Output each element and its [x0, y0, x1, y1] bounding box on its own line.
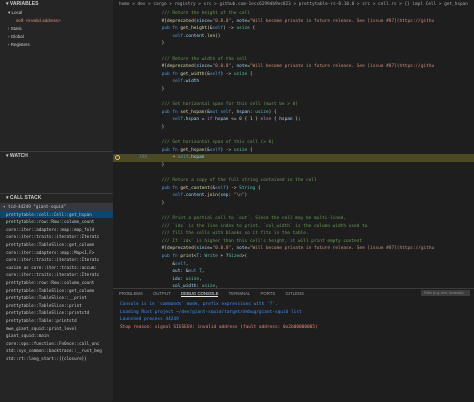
tab-terminal[interactable]: TERMINAL: [229, 291, 251, 296]
code-line: pub fn set_hspan(&mut self, hspan: usize…: [161, 109, 277, 115]
variables-local-scope[interactable]: ▾ Local: [0, 9, 113, 17]
stack-frame[interactable]: prettytable::row::Row::column_count: [0, 218, 113, 226]
panel-tabs: PROBLEMS OUTPUT DEBUG CONSOLE TERMINAL P…: [113, 289, 474, 298]
stack-frame[interactable]: std::rt::lang_start::{{closure}}: [0, 355, 113, 363]
local-label: Local: [11, 10, 23, 15]
console-error-line: Stop reason: signal SIGSEGV: invalid add…: [120, 324, 318, 330]
code-line: /// Print a partial cell to `out`. Since…: [151, 216, 347, 222]
stack-frame[interactable]: prettytable::TableSlice::printstd: [0, 309, 113, 317]
code-line: }: [151, 41, 165, 47]
code-line: /// Set horizontal span for this cell (m…: [151, 102, 298, 108]
tab-debug-console[interactable]: DEBUG CONSOLE: [180, 291, 219, 297]
bottom-panel: PROBLEMS OUTPUT DEBUG CONSOLE TERMINAL P…: [113, 288, 474, 402]
global-label: Global: [10, 34, 24, 39]
debug-sidebar: ▾ VARIABLES ▾ Local self: <invalid addre…: [0, 0, 114, 401]
static-label: Static: [10, 26, 23, 31]
code-line: pub fn get_width(&self) -> usize {: [161, 71, 253, 77]
registers-label: Registers: [10, 42, 30, 47]
current-line-number: 198: [138, 155, 147, 161]
stack-frame[interactable]: core::iter::adapters::map::Map<I,F>: [0, 249, 113, 257]
stack-frame[interactable]: prettytable::TableSlice::print: [0, 302, 113, 310]
stack-frame[interactable]: <usize as core::iter::traits::accum:: [0, 264, 113, 272]
stack-frame[interactable]: core::iter::adapters::map::map_fold: [0, 226, 113, 234]
stack-frame[interactable]: mwe_giant_squid::print_level: [0, 325, 113, 333]
code-line: self.content.join(sep: "\n"): [172, 193, 248, 199]
stack-frame[interactable]: prettytable::TableSlice::get_column: [0, 287, 113, 295]
watch-title: WATCH: [9, 153, 28, 159]
code-line: /// fill the cells with blanks so it fit…: [151, 231, 309, 237]
code-line: self.content.len(): [172, 33, 221, 39]
code-line: &self,: [151, 261, 189, 267]
code-line: pub fn get_content(&self) -> String {: [161, 185, 261, 191]
variables-registers-scope[interactable]: › Registers: [0, 41, 113, 49]
watch-empty-area: [0, 161, 113, 193]
variables-title: VARIABLES: [9, 1, 39, 7]
code-line: /// Return the width of the cell: [151, 56, 248, 62]
code-line: pub fn print<T: Write + ?Sized>(: [161, 254, 248, 259]
code-line: idx: usize,: [172, 276, 202, 282]
code-line: #[deprecated(since="0.8.0", note="Will b…: [151, 18, 435, 24]
self-label: self:: [16, 18, 25, 23]
variables-empty-area: [0, 49, 113, 151]
stack-frame[interactable]: prettytable::row::Row::column_count: [0, 279, 113, 287]
code-line: pub fn get_height(&self) -> usize {: [161, 26, 256, 32]
code-line: pub fn get_hspan(&self) -> usize {: [161, 147, 253, 153]
stack-frame[interactable]: core::iter::traits::iterator::Iteratc: [0, 271, 113, 279]
code-line: }: [151, 124, 165, 130]
stack-frame[interactable]: prettytable::cell::Cell::get_hspan: [0, 210, 113, 219]
breadcrumb[interactable]: home > dev > cargo > registry > src > gi…: [113, 0, 474, 10]
console-line: Loading Rust project ~/dev/giant-squid/t…: [120, 309, 302, 315]
tab-gitlens[interactable]: GITLENS: [285, 291, 303, 296]
variables-static-scope[interactable]: › Static: [0, 25, 113, 33]
code-line: }: [151, 200, 165, 206]
call-stack-title: CALL STACK: [9, 195, 42, 201]
code-line: #[deprecated(since="0.8.0", note="Will b…: [151, 64, 435, 70]
stack-frame[interactable]: core::ops::function::FnOnce::call_onc: [0, 340, 113, 348]
code-line: }: [151, 86, 165, 92]
call-stack-section-header[interactable]: ▾ CALL STACK: [0, 193, 113, 203]
watch-section-header[interactable]: ▾ WATCH: [0, 151, 113, 161]
console-filter-input[interactable]: Filter (e.g. text, !exclude): [421, 290, 470, 296]
tab-output[interactable]: OUTPUT: [153, 291, 171, 296]
line-gutter: 198: [113, 154, 151, 162]
current-execution-line: 198 ➜ self.hspan: [113, 154, 474, 162]
variable-self[interactable]: self: <invalid address>: [0, 17, 113, 25]
self-value: <invalid address>: [25, 18, 61, 23]
stack-frame[interactable]: core::iter::traits::iterator::Iteratc: [0, 233, 113, 241]
stack-frame[interactable]: std::sys_common::backtrace::__rust_beg: [0, 347, 113, 355]
variables-section-header[interactable]: ▾ VARIABLES: [0, 0, 113, 9]
stack-frame[interactable]: prettytable::Table::printstd: [0, 317, 113, 325]
code-line: /// If `idx` is higher than this cell's …: [151, 238, 363, 244]
code-line: /// Get horizontal span of this cell (> …: [151, 140, 274, 146]
stack-frame[interactable]: prettytable::TableSlice::get_column: [0, 241, 113, 249]
code-line: #[deprecated(since="0.8.0", note="Will b…: [151, 246, 435, 252]
thread-label: tid-44249 "giant-squid": [8, 204, 67, 209]
code-editor[interactable]: home > dev > cargo > registry > src > gi…: [113, 0, 474, 288]
stack-frame[interactable]: core::iter::traits::iterator::Iteratc: [0, 256, 113, 264]
tab-ports[interactable]: PORTS: [261, 291, 276, 296]
variables-global-scope[interactable]: › Global: [0, 33, 113, 41]
breakpoint-icon[interactable]: [115, 155, 120, 161]
code-line: /// `idx` is the line index to print. `c…: [151, 223, 368, 229]
console-line: Launched process 44249: [120, 317, 179, 323]
call-stack-thread[interactable]: ▾ tid-44249 "giant-squid": [0, 203, 113, 211]
code-line: /// Return a copy of the full string con…: [151, 178, 317, 184]
stack-frame[interactable]: giant_squid::main: [0, 332, 113, 340]
code-line: }: [151, 162, 165, 168]
console-line: Console is in 'commands' mode, prefix ex…: [120, 302, 278, 307]
code-line: self.hspan = if hspan <= 0 { 1 } else { …: [172, 117, 301, 123]
code-line: /// Return the height of the cell: [151, 11, 250, 16]
stack-frame[interactable]: prettytable::TableSlice::__print: [0, 294, 113, 302]
code-line: self.width: [172, 79, 200, 85]
tab-problems[interactable]: PROBLEMS: [119, 291, 143, 296]
code-line: out: &mut T,: [172, 269, 205, 275]
